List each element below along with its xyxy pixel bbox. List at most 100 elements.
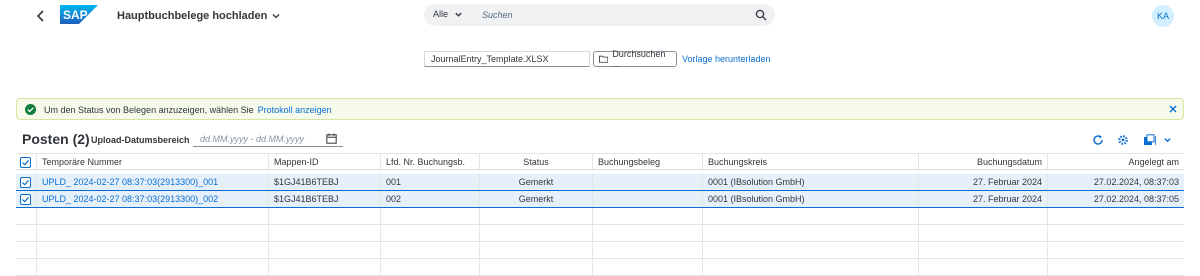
table-cell-empty [702, 242, 918, 258]
temp-number-link[interactable]: UPLD_ 2024-02-27 08:37:03(2913300)_001 [36, 174, 268, 190]
export-icon[interactable] [1143, 134, 1157, 146]
table-cell [592, 191, 702, 207]
row-checkbox[interactable] [20, 194, 31, 205]
table-cell-empty [918, 225, 1047, 241]
table-cell-empty [36, 259, 268, 275]
column-header[interactable]: Status [479, 154, 592, 169]
table-cell-empty [592, 208, 702, 224]
search-scope-select[interactable]: Alle [433, 9, 463, 19]
table-cell-empty [479, 242, 592, 258]
app-title: Hauptbuchbelege hochladen [117, 10, 268, 22]
table-cell: 27.02.2024, 08:37:03 [1047, 174, 1184, 190]
search-input[interactable]: Suchen [482, 10, 513, 20]
table-cell-empty [36, 208, 268, 224]
table-cell-empty [1047, 225, 1184, 241]
table-cell-empty [268, 242, 380, 258]
close-icon[interactable] [1168, 104, 1178, 114]
table-cell-empty [592, 242, 702, 258]
search-scope-label: Alle [433, 9, 449, 19]
table-header-row: Temporäre Nummer Mappen-ID Lfd. Nr. Buchun… [16, 153, 1184, 170]
table-cell-empty [479, 208, 592, 224]
search-icon[interactable] [755, 9, 767, 21]
calendar-icon[interactable] [326, 133, 337, 144]
table-cell [592, 174, 702, 190]
search-field[interactable]: Alle Suchen [424, 4, 775, 26]
table-cell: 002 [380, 191, 479, 207]
table-cell-empty [592, 225, 702, 241]
table-cell-empty [918, 242, 1047, 258]
row-select-cell [16, 225, 36, 241]
table-cell-empty [1047, 208, 1184, 224]
table-cell-empty [918, 208, 1047, 224]
column-header[interactable]: Buchungsbeleg [592, 154, 702, 169]
download-template-link[interactable]: Vorlage herunterladen [682, 54, 771, 64]
table-cell: $1GJ41B6TEBJ [268, 174, 380, 190]
date-range-label: Upload-Datumsbereich [91, 135, 190, 145]
table-cell-empty [479, 259, 592, 275]
table-cell: 27.02.2024, 08:37:05 [1047, 191, 1184, 207]
table-cell-empty [268, 208, 380, 224]
file-name-field[interactable]: JournalEntry_Template.XLSX [424, 51, 590, 67]
table-row-empty [16, 259, 1184, 276]
table-row-empty [16, 225, 1184, 242]
chevron-down-icon[interactable] [1163, 134, 1172, 146]
date-range-input[interactable]: dd.MM.yyyy - dd.MM.yyyy [193, 130, 343, 147]
shell-bar: SAP Hauptbuchbelege hochladen Alle Suche… [0, 0, 1200, 32]
avatar[interactable]: KA [1152, 5, 1174, 27]
browse-label: Durchsuchen ... [612, 49, 666, 69]
chevron-down-icon [272, 14, 280, 19]
folder-icon [599, 55, 609, 63]
refresh-icon[interactable] [1092, 134, 1104, 146]
back-icon[interactable] [33, 8, 49, 24]
row-select-cell [16, 242, 36, 258]
table-cell: 0001 (IBsolution GmbH) [702, 174, 918, 190]
column-header[interactable]: Temporäre Nummer [36, 154, 268, 169]
table-cell-empty [592, 259, 702, 275]
table-cell-empty [36, 242, 268, 258]
column-header[interactable]: Angelegt am [1047, 154, 1184, 169]
row-select-cell [16, 174, 36, 190]
table-row-empty [16, 208, 1184, 225]
column-header[interactable]: Buchungskreis [702, 154, 918, 169]
table-cell-empty [1047, 242, 1184, 258]
table-cell-empty [702, 259, 918, 275]
table-cell: 001 [380, 174, 479, 190]
temp-number-link[interactable]: UPLD_ 2024-02-27 08:37:03(2913300)_002 [36, 191, 268, 207]
message-strip: Um den Status von Belegen anzuzeigen, wä… [16, 98, 1184, 120]
table-cell: Gemerkt [479, 191, 592, 207]
table-cell-empty [918, 259, 1047, 275]
row-checkbox[interactable] [20, 177, 31, 188]
table-cell-empty [1047, 259, 1184, 275]
table-cell-empty [380, 242, 479, 258]
table-cell-empty [380, 225, 479, 241]
browse-button[interactable]: Durchsuchen ... [593, 49, 677, 69]
row-select-cell [16, 208, 36, 224]
table-title: Posten (2) [22, 131, 90, 147]
table-cell-empty [36, 225, 268, 241]
row-select-cell [16, 191, 36, 207]
column-header[interactable]: Lfd. Nr. Buchungsb. [380, 154, 479, 169]
app-title-menu[interactable]: Hauptbuchbelege hochladen [117, 10, 281, 22]
success-icon [25, 104, 36, 115]
table-cell-empty [268, 259, 380, 275]
message-text: Um den Status von Belegen anzuzeigen, wä… [44, 105, 254, 115]
show-log-link[interactable]: Protokoll anzeigen [258, 105, 332, 115]
row-select-cell [16, 259, 36, 275]
sap-logo[interactable]: SAP [60, 5, 98, 24]
chevron-down-icon [455, 12, 462, 17]
table-cell-empty [380, 259, 479, 275]
table-cell: 0001 (IBsolution GmbH) [702, 191, 918, 207]
date-range-placeholder: dd.MM.yyyy - dd.MM.yyyy [200, 134, 305, 144]
table-cell-empty [702, 208, 918, 224]
column-header[interactable]: Buchungsdatum [918, 154, 1047, 169]
settings-icon[interactable] [1117, 134, 1129, 146]
table-row[interactable]: UPLD_ 2024-02-27 08:37:03(2913300)_001 $1… [16, 174, 1184, 191]
column-header[interactable]: Mappen-ID [268, 154, 380, 169]
table-row-empty [16, 242, 1184, 259]
table-cell-empty [702, 225, 918, 241]
select-all-cell [16, 154, 36, 169]
table-row[interactable]: UPLD_ 2024-02-27 08:37:03(2913300)_002 $1… [16, 191, 1184, 208]
select-all-checkbox[interactable] [20, 157, 31, 168]
table-cell-empty [268, 225, 380, 241]
table-cell: $1GJ41B6TEBJ [268, 191, 380, 207]
